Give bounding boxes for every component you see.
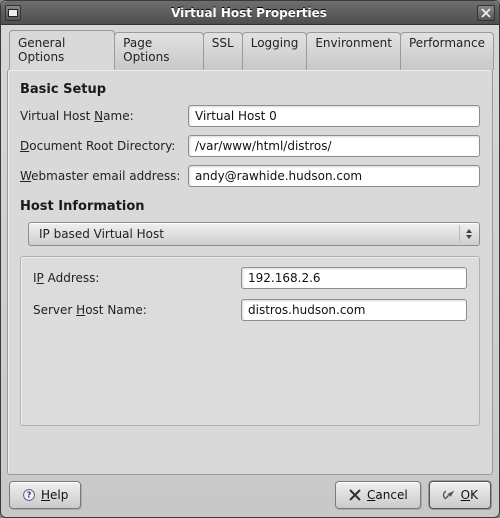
host-type-value: IP based Virtual Host xyxy=(39,227,453,241)
row-server-host-name: Server Host Name: xyxy=(33,299,467,321)
button-bar: ? Help Cancel OK xyxy=(7,475,493,509)
tab-ssl[interactable]: SSL xyxy=(203,32,243,70)
titlebar[interactable]: Virtual Host Properties xyxy=(1,1,499,25)
cancel-icon xyxy=(348,488,362,502)
webmaster-email-input[interactable] xyxy=(188,165,480,187)
dialog-window: Virtual Host Properties General Options … xyxy=(0,0,500,518)
virtual-host-name-label: Virtual Host Name: xyxy=(20,109,180,123)
host-information-title: Host Information xyxy=(20,199,480,214)
window-title: Virtual Host Properties xyxy=(21,6,477,20)
ip-address-label: IP Address: xyxy=(33,271,233,285)
tab-page-general: Basic Setup Virtual Host Name: Document … xyxy=(7,69,493,475)
basic-setup-section: Basic Setup Virtual Host Name: Document … xyxy=(20,82,480,187)
row-document-root: Document Root Directory: xyxy=(20,135,480,157)
host-type-row: IP based Virtual Host xyxy=(20,222,480,256)
notebook: General Options Page Options SSL Logging… xyxy=(7,29,493,475)
server-host-name-label: Server Host Name: xyxy=(33,303,233,317)
row-virtual-host-name: Virtual Host Name: xyxy=(20,105,480,127)
tab-logging[interactable]: Logging xyxy=(242,32,308,70)
chevron-up-icon xyxy=(466,229,472,233)
webmaster-email-label: Webmaster email address: xyxy=(20,169,180,183)
host-information-section: Host Information IP based Virtual Host xyxy=(20,199,480,426)
svg-text:?: ? xyxy=(27,491,32,500)
row-ip-address: IP Address: xyxy=(33,267,467,289)
server-host-name-input[interactable] xyxy=(241,299,467,321)
tab-environment[interactable]: Environment xyxy=(306,32,401,70)
spin-icon xyxy=(459,225,473,243)
close-button[interactable] xyxy=(477,5,495,21)
help-button[interactable]: ? Help xyxy=(9,481,81,509)
virtual-host-name-input[interactable] xyxy=(188,105,480,127)
document-root-label: Document Root Directory: xyxy=(20,139,180,153)
ok-button[interactable]: OK xyxy=(429,481,491,509)
cancel-button[interactable]: Cancel xyxy=(335,481,421,509)
row-webmaster-email: Webmaster email address: xyxy=(20,165,480,187)
client-area: General Options Page Options SSL Logging… xyxy=(1,25,499,517)
chevron-down-icon xyxy=(466,235,472,239)
tab-page-options[interactable]: Page Options xyxy=(114,32,204,70)
ip-address-input[interactable] xyxy=(241,267,467,289)
window-menu-icon[interactable] xyxy=(5,5,21,21)
help-icon: ? xyxy=(22,488,36,502)
tab-general-options[interactable]: General Options xyxy=(9,30,115,70)
host-details-frame: IP Address: Server Host Name: xyxy=(20,256,480,426)
tab-performance[interactable]: Performance xyxy=(400,32,494,70)
close-icon xyxy=(481,8,491,18)
host-type-combo[interactable]: IP based Virtual Host xyxy=(28,222,480,246)
basic-setup-title: Basic Setup xyxy=(20,82,480,97)
document-root-input[interactable] xyxy=(188,135,480,157)
tab-strip: General Options Page Options SSL Logging… xyxy=(7,30,493,70)
ok-icon xyxy=(442,488,456,502)
